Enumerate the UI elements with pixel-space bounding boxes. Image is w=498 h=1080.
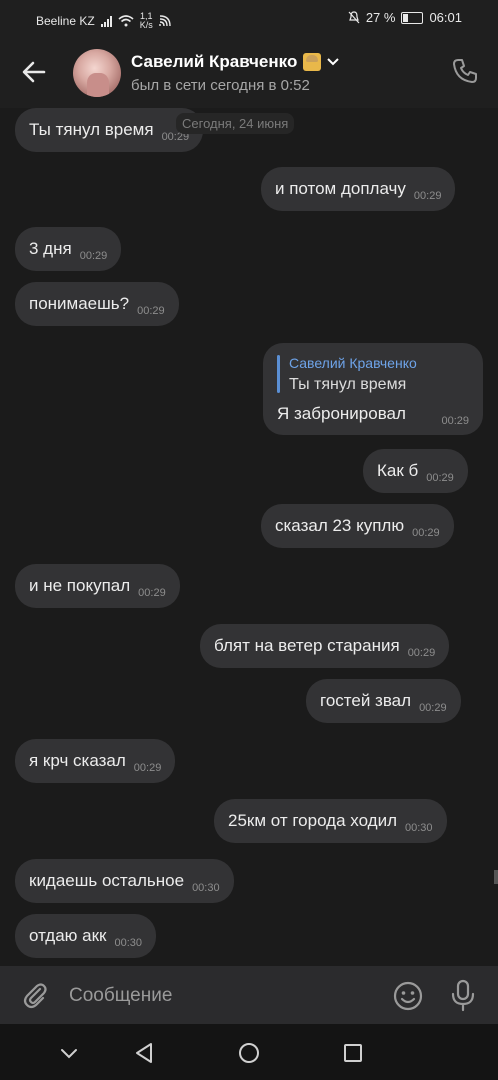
system-nav-bar (0, 1024, 498, 1080)
message-bubble-incoming[interactable]: и не покупал 00:29 (15, 564, 180, 608)
message-bubble-incoming[interactable]: понимаешь? 00:29 (15, 282, 179, 326)
message-bubble-incoming[interactable]: Ты тянул время 00:29 (15, 108, 204, 152)
reply-message-bubble[interactable]: Савелий Кравченко Ты тянул время Я забро… (263, 343, 483, 435)
carrier-label: Beeline KZ (36, 14, 95, 28)
message-bubble-outgoing[interactable]: Как б 00:29 (363, 449, 468, 493)
message-text: и потом доплачу (275, 179, 406, 198)
message-bubble-incoming[interactable]: кидаешь остальное 00:30 (15, 859, 234, 903)
signal-icon (100, 15, 112, 27)
message-text: Ты тянул время (29, 120, 154, 139)
message-composer: Сообщение (0, 966, 498, 1024)
cast-icon (159, 15, 171, 27)
back-arrow-icon[interactable] (20, 58, 48, 86)
message-time: 00:29 (137, 305, 165, 317)
message-bubble-outgoing[interactable]: и потом доплачу 00:29 (261, 167, 456, 211)
message-bubble-outgoing[interactable]: 25км от города ходил 00:30 (214, 799, 447, 843)
message-time: 00:29 (138, 587, 166, 599)
chevron-down-icon[interactable] (327, 58, 340, 66)
quote-bar (277, 355, 280, 393)
message-bubble-incoming[interactable]: 3 дня 00:29 (15, 227, 122, 271)
battery-percent: 27 % (365, 10, 396, 25)
phone-icon[interactable] (450, 56, 480, 86)
smiley-icon[interactable] (392, 980, 424, 1012)
avatar[interactable] (73, 49, 121, 97)
triangle-back-icon[interactable] (131, 1040, 157, 1066)
message-time: 00:29 (426, 472, 454, 484)
message-list[interactable]: Ты тянул время 00:29 Сегодня, 24 июня и … (0, 108, 498, 966)
contact-name-row[interactable]: Савелий Кравченко (131, 52, 340, 72)
message-time: 00:29 (419, 702, 447, 714)
wifi-icon (118, 15, 134, 27)
message-text: 3 дня (29, 239, 72, 258)
message-time: 00:29 (412, 527, 440, 539)
message-text: кидаешь остальное (29, 871, 185, 890)
microphone-icon[interactable] (449, 979, 477, 1013)
emoji-badge-icon (303, 53, 322, 71)
message-time: 00:30 (405, 822, 433, 834)
message-time: 00:29 (413, 190, 442, 202)
network-speed: 1,1 K/s (140, 12, 153, 30)
message-input[interactable]: Сообщение (69, 985, 172, 1007)
message-text: и не покупал (29, 576, 131, 595)
message-text: гостей звал (320, 691, 412, 710)
speed-unit: K/s (139, 20, 153, 30)
message-time: 00:30 (192, 882, 220, 894)
last-seen-status: был в сети сегодня в 0:52 (131, 77, 310, 94)
quoted-text: Ты тянул время (289, 376, 407, 393)
message-bubble-incoming[interactable]: я крч сказал 00:29 (15, 739, 176, 783)
chevron-down-icon[interactable] (56, 1040, 82, 1066)
bell-muted-icon (348, 11, 360, 24)
clock: 06:01 (429, 10, 462, 25)
message-time: 00:29 (133, 762, 162, 774)
message-text: 25км от города ходил (228, 811, 397, 830)
message-text: отдаю акк (29, 926, 107, 945)
square-recents-icon[interactable] (340, 1040, 366, 1066)
message-time: 00:29 (79, 250, 108, 262)
date-separator: Сегодня, 24 июня (176, 113, 295, 134)
scrollbar-thumb[interactable] (494, 870, 498, 884)
message-bubble-outgoing[interactable]: гостей звал 00:29 (306, 679, 461, 723)
message-text: я крч сказал (29, 751, 126, 770)
battery-icon (401, 11, 424, 24)
message-time: 00:29 (441, 415, 469, 427)
message-bubble-outgoing[interactable]: сказал 23 куплю 00:29 (261, 504, 454, 548)
message-bubble-outgoing[interactable]: блят на ветер старания 00:29 (200, 624, 450, 668)
message-text: Я забронировал (277, 404, 406, 423)
circle-home-icon[interactable] (236, 1040, 262, 1066)
message-time: 00:30 (114, 937, 143, 949)
message-text: Как б (377, 461, 419, 480)
paperclip-icon[interactable] (20, 980, 50, 1010)
message-bubble-incoming[interactable]: отдаю акк 00:30 (15, 914, 157, 958)
message-time: 00:29 (407, 647, 436, 659)
contact-name: Савелий Кравченко (131, 52, 298, 71)
message-text: сказал 23 куплю (275, 516, 405, 535)
message-text: блят на ветер старания (214, 636, 400, 655)
quoted-author: Савелий Кравченко (289, 355, 417, 371)
chat-header: Савелий Кравченко был в сети сегодня в 0… (0, 38, 498, 108)
message-text: понимаешь? (29, 294, 130, 313)
status-bar: Beeline KZ 1,1 K/s 27 % 06:01 (0, 0, 498, 38)
